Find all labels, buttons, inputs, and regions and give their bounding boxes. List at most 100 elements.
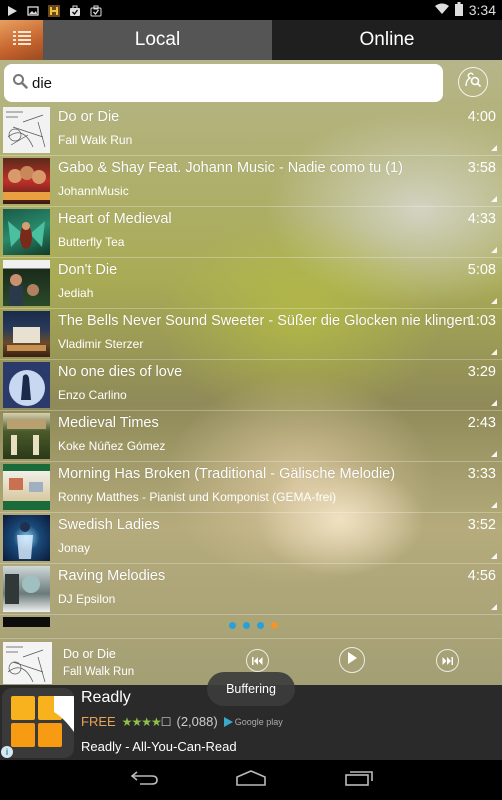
skip-previous-icon: [252, 652, 263, 670]
clock: 3:34: [468, 2, 496, 18]
song-list-panel: Do or Die Fall Walk Run 4:00 Gabo & Shay…: [0, 60, 502, 685]
now-playing-album-art[interactable]: [3, 642, 52, 684]
row-menu-corner-icon[interactable]: [491, 196, 497, 202]
song-artist: Ronny Matthes - Pianist und Komponist (G…: [58, 490, 337, 504]
previous-button[interactable]: [246, 649, 269, 672]
song-title: The Bells Never Sound Sweeter - Süßer di…: [58, 313, 471, 329]
song-artist: Butterfly Tea: [58, 235, 125, 249]
recent-apps-icon: [344, 769, 374, 792]
search-input[interactable]: [32, 74, 432, 92]
song-row[interactable]: Morning Has Broken (Traditional - Gälisc…: [0, 462, 502, 513]
play-icon: [347, 651, 357, 669]
home-button[interactable]: [234, 768, 268, 792]
star-empty-icon: ☐: [160, 714, 172, 729]
next-button[interactable]: [436, 649, 459, 672]
row-menu-corner-icon[interactable]: [491, 145, 497, 151]
album-art: [3, 617, 50, 627]
now-playing-title: Do or Die: [63, 647, 116, 661]
song-row[interactable]: Medieval Times Koke Núñez Gómez 2:43: [0, 411, 502, 462]
ad-description: Readly - All-You-Can-Read: [81, 739, 237, 754]
page-dot[interactable]: [243, 622, 250, 629]
song-artist: JohannMusic: [58, 184, 129, 198]
song-duration: 3:52: [467, 517, 496, 533]
play-button[interactable]: [339, 647, 365, 673]
album-art: [3, 362, 50, 408]
song-row[interactable]: Don't Die Jediah 5:08: [0, 258, 502, 309]
ad-review-count: (2,088): [176, 714, 218, 729]
star-filled-icon: ★: [141, 714, 152, 729]
row-menu-corner-icon[interactable]: [491, 349, 497, 355]
album-art: [3, 158, 50, 204]
row-menu-corner-icon[interactable]: [491, 247, 497, 253]
play-notification-icon: [6, 4, 18, 16]
search-icon: [12, 73, 28, 94]
song-title: Morning Has Broken (Traditional - Gälisc…: [58, 466, 396, 482]
google-play-badge: Google play: [223, 716, 283, 727]
skip-next-icon: [442, 652, 453, 670]
ad-info-icon[interactable]: i: [1, 746, 13, 758]
page-dot-active[interactable]: [271, 622, 278, 629]
online-search-icon: [464, 72, 482, 93]
page-dot[interactable]: [257, 622, 264, 629]
row-menu-corner-icon[interactable]: [491, 451, 497, 457]
song-duration: 4:00: [467, 109, 496, 125]
song-duration: 3:29: [467, 364, 496, 380]
row-menu-corner-icon[interactable]: [491, 604, 497, 610]
star-filled-icon: ★: [150, 714, 162, 729]
album-art: [3, 107, 50, 153]
album-art: [3, 260, 50, 306]
row-menu-corner-icon[interactable]: [491, 553, 497, 559]
album-art: [3, 209, 50, 255]
song-title: Gabo & Shay Feat. Johann Music - Nadie c…: [58, 160, 403, 176]
wifi-icon: [434, 2, 449, 18]
song-artist: Koke Núñez Gómez: [58, 439, 166, 453]
page-dot[interactable]: [229, 622, 236, 629]
online-search-button[interactable]: [458, 67, 488, 97]
song-duration: 3:58: [467, 160, 496, 176]
task-notification-icon: [69, 4, 81, 16]
tab-online[interactable]: Online: [272, 20, 502, 60]
row-menu-corner-icon[interactable]: [491, 502, 497, 508]
song-artist: Jonay: [58, 541, 91, 555]
ad-rating-stars: ★★★★☐: [121, 714, 172, 729]
song-row[interactable]: Gabo & Shay Feat. Johann Music - Nadie c…: [0, 156, 502, 207]
song-title: Swedish Ladies: [58, 517, 160, 533]
song-row[interactable]: The Bells Never Sound Sweeter - Süßer di…: [0, 309, 502, 360]
status-bar: 3:34: [0, 0, 502, 20]
song-row[interactable]: Swedish Ladies Jonay 3:52: [0, 513, 502, 564]
song-row[interactable]: Raving Melodies DJ Epsilon 4:56: [0, 564, 502, 615]
search-bar[interactable]: [4, 64, 443, 102]
navigation-bar: [0, 760, 502, 800]
song-artist: Vladimir Sterzer: [58, 337, 144, 351]
back-button[interactable]: [128, 768, 162, 792]
album-art: [3, 464, 50, 510]
game-notification-icon: [48, 4, 60, 17]
song-artist: Jediah: [58, 286, 94, 300]
row-menu-corner-icon[interactable]: [491, 298, 497, 304]
album-art: [3, 413, 50, 459]
task-notification-icon: [90, 4, 102, 17]
song-row[interactable]: Do or Die Fall Walk Run 4:00: [0, 105, 502, 156]
song-title: No one dies of love: [58, 364, 183, 380]
song-duration: 5:08: [467, 262, 496, 278]
song-row[interactable]: No one dies of love Enzo Carlino 3:29: [0, 360, 502, 411]
song-title: Do or Die: [58, 109, 120, 125]
menu-button[interactable]: [0, 20, 43, 60]
star-filled-icon: ★: [131, 714, 142, 729]
song-duration: 4:33: [467, 211, 496, 227]
image-notification-icon: [27, 4, 39, 16]
tab-local[interactable]: Local: [43, 20, 272, 60]
ad-app-icon[interactable]: [2, 688, 74, 758]
row-menu-corner-icon[interactable]: [491, 400, 497, 406]
song-duration: 2:43: [467, 415, 496, 431]
song-title: Don't Die: [58, 262, 118, 278]
star-filled-icon: ★: [121, 714, 133, 729]
recent-apps-button[interactable]: [342, 768, 376, 792]
song-title: Medieval Times: [58, 415, 159, 431]
buffering-toast: Buffering: [207, 672, 295, 706]
album-art: [3, 566, 50, 612]
back-icon: [130, 770, 160, 791]
song-row[interactable]: Heart of Medieval Butterfly Tea 4:33: [0, 207, 502, 258]
song-artist: DJ Epsilon: [58, 592, 116, 606]
album-art: [3, 515, 50, 561]
